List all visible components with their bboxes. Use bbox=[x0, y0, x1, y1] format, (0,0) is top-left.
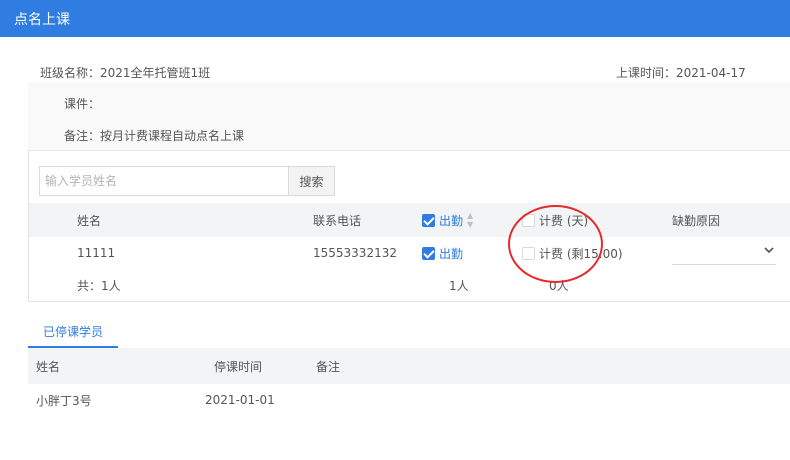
fee-all-checkbox[interactable] bbox=[522, 213, 535, 227]
col-absence-reason: 缺勤原因 bbox=[672, 213, 721, 228]
class-name: 班级名称：2021全年托管班1班 bbox=[40, 66, 211, 80]
page-title: 点名上课 bbox=[14, 12, 70, 28]
stopped-table-header: 姓名 停课时间 备注 bbox=[28, 348, 790, 384]
title-bar: 点名上课 bbox=[0, 0, 790, 37]
total-attend: 1人 bbox=[449, 278, 469, 293]
class-time: 上课时间：2021-04-17 bbox=[616, 66, 746, 80]
total-count: 共：1人 bbox=[77, 278, 121, 293]
rollcall-table-header: 姓名 联系电话 出勤 ▲ ▼ 计费 (天) 缺勤原因 bbox=[29, 203, 790, 237]
col-fee[interactable]: 计费 (天) bbox=[522, 203, 588, 237]
stop-col-remark: 备注 bbox=[316, 359, 341, 374]
student-phone: 15553332132 bbox=[313, 246, 397, 260]
attend-label: 出勤 bbox=[439, 246, 464, 261]
courseware-label: 课件： bbox=[64, 97, 101, 111]
stop-col-name: 姓名 bbox=[36, 359, 61, 374]
col-name: 姓名 bbox=[77, 213, 102, 228]
sort-icon[interactable]: ▲ ▼ bbox=[467, 211, 473, 229]
checkbox-checked-icon[interactable] bbox=[422, 246, 435, 260]
attend-all-checkbox[interactable] bbox=[422, 213, 435, 227]
class-info: 班级名称：2021全年托管班1班 上课时间：2021-04-17 课件： 备注：… bbox=[28, 50, 790, 150]
absence-reason-select[interactable] bbox=[672, 237, 776, 269]
class-info-top: 班级名称：2021全年托管班1班 上课时间：2021-04-17 bbox=[28, 50, 790, 82]
table-row: 小胖丁3号 2021-01-01 bbox=[28, 384, 790, 416]
col-fee-label: 计费 (天) bbox=[539, 213, 589, 228]
student-name: 11111 bbox=[77, 246, 116, 260]
stopped-student-time: 2021-01-01 bbox=[205, 393, 275, 407]
stopped-student-name: 小胖丁3号 bbox=[36, 393, 92, 408]
col-attend-label: 出勤 bbox=[439, 213, 464, 228]
total-fee: 0人 bbox=[549, 278, 569, 293]
fee-checkbox[interactable]: 计费 (剩15.00) bbox=[522, 237, 623, 269]
class-remark: 备注：按月计费课程自动点名上课 bbox=[64, 129, 245, 143]
fee-label: 计费 (剩15.00) bbox=[539, 246, 623, 261]
col-attend[interactable]: 出勤 ▲ ▼ bbox=[422, 203, 473, 237]
checkbox-unchecked-icon[interactable] bbox=[522, 246, 535, 260]
tab-stopped-students[interactable]: 已停课学员 bbox=[28, 316, 118, 348]
attend-checkbox[interactable]: 出勤 bbox=[422, 237, 463, 269]
table-row: 11111 15553332132 出勤 计费 (剩15.00) bbox=[29, 237, 790, 269]
student-search-input[interactable] bbox=[39, 166, 289, 196]
col-phone: 联系电话 bbox=[313, 213, 362, 228]
chevron-down-icon[interactable] bbox=[762, 243, 776, 257]
stop-col-time: 停课时间 bbox=[214, 359, 263, 374]
totals-row: 共：1人 1人 0人 bbox=[29, 269, 790, 301]
search-button[interactable]: 搜索 bbox=[289, 166, 335, 196]
rollcall-panel: 搜索 姓名 联系电话 出勤 ▲▼ 计费 (天) 缺勤原因 11111 15553… bbox=[28, 150, 790, 302]
